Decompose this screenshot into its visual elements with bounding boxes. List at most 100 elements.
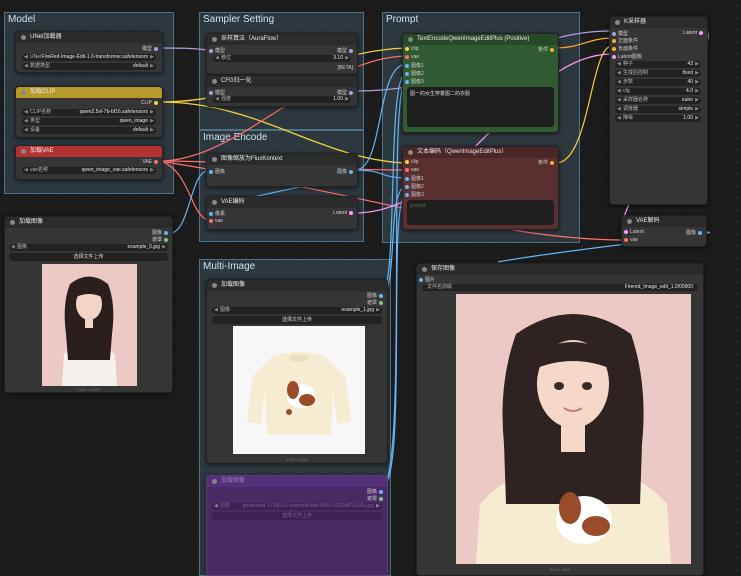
image-file-widget[interactable]: ◀ 图像 example_0.jpg ▶ bbox=[9, 244, 168, 251]
node-vae-decode[interactable]: VAE解码 Latent vae 图像 bbox=[621, 215, 707, 247]
input-image3[interactable]: 图像3 bbox=[403, 191, 424, 198]
denoise-widget[interactable]: ◀ 降噪 1.00 ▶ bbox=[615, 115, 701, 122]
input-model[interactable]: 模型 bbox=[207, 89, 225, 96]
seed-widget[interactable]: ◀ 种子 43 ▶ bbox=[615, 61, 701, 68]
input-vae[interactable]: vae bbox=[403, 54, 419, 60]
node-load-image-3[interactable]: 加载图像 图像 遮罩 ◀ 图像 generated-17345.00-example… bbox=[206, 475, 388, 576]
output-model[interactable]: 模型 bbox=[142, 45, 160, 52]
input-image1[interactable]: 图像1 bbox=[403, 62, 424, 69]
node-title: VAE编码 bbox=[207, 197, 357, 208]
output-clip[interactable]: CLIP bbox=[141, 100, 160, 106]
image-size-caption: 1000 x 1000 bbox=[285, 457, 309, 462]
image-size-caption: 864 x 1152 bbox=[550, 567, 570, 572]
group-title-model: Model bbox=[8, 14, 36, 25]
node-title: 文本编码（QwenImageEditPlus） bbox=[403, 147, 558, 158]
upload-button[interactable]: 选择文件上传 bbox=[212, 316, 382, 324]
node-title: 保存图像 bbox=[417, 264, 703, 275]
sampler-name-widget[interactable]: ◀ 采样器名称 euler ▶ bbox=[615, 97, 701, 104]
upload-button[interactable]: 选择文件上传 bbox=[212, 512, 382, 520]
node-flux-kontext-scale[interactable]: 图像缩放为FluxKontext 图像 图像 bbox=[206, 153, 358, 187]
image-file-widget[interactable]: ◀ 图像 generated-17345.00-example-bad-5462-0… bbox=[212, 503, 382, 510]
input-photo-sweater bbox=[233, 326, 365, 454]
input-model[interactable]: 模型 bbox=[610, 30, 628, 37]
clip-device-widget[interactable]: ◀ 设备 default ▶ bbox=[22, 127, 156, 134]
image-file-widget[interactable]: ◀ 图像 example_1.jpg ▶ bbox=[212, 307, 382, 314]
input-vae[interactable]: vae bbox=[622, 237, 638, 243]
sweater-image bbox=[233, 326, 365, 454]
output-image[interactable]: 图像 bbox=[367, 292, 385, 299]
scheduler-widget[interactable]: ◀ 调度器 simple ▶ bbox=[615, 106, 701, 113]
node-title: 加载图像 bbox=[207, 476, 387, 487]
input-images[interactable]: 图片 bbox=[417, 276, 435, 283]
node-vae-encode[interactable]: VAE编码 像素 vae Latent bbox=[206, 196, 358, 230]
strength-widget[interactable]: ◀ 强度 1.00 ▶ bbox=[213, 96, 351, 103]
cfg-widget[interactable]: ◀ cfg 4.0 ▶ bbox=[615, 88, 701, 95]
output-model[interactable]: 模型 bbox=[337, 89, 355, 96]
input-vae[interactable]: vae bbox=[403, 167, 419, 173]
shift-widget[interactable]: ◀ 移位 3.10 ▶ bbox=[213, 55, 351, 62]
output-conditioning[interactable]: 条件 bbox=[538, 46, 556, 53]
node-title: CFG归一化 bbox=[207, 76, 357, 87]
control-after-generate-widget[interactable]: ◀ 生成后控制 fixed ▶ bbox=[615, 70, 701, 77]
node-ksampler[interactable]: K采样器 模型 正面条件 负面条件 Latent图像 Latent ◀ 种子 43 ▶… bbox=[609, 16, 708, 205]
input-image3[interactable]: 图像3 bbox=[403, 78, 424, 85]
clip-type-widget[interactable]: ◀ 类型 qwen_image ▶ bbox=[22, 118, 156, 125]
output-latent[interactable]: Latent bbox=[683, 30, 705, 36]
node-cfg-norm[interactable]: CFG归一化 模型 模型 ◀ 强度 1.00 ▶ bbox=[206, 75, 358, 107]
node-title: 图像缩放为FluxKontext bbox=[207, 154, 357, 165]
negative-prompt-textarea[interactable]: prompt bbox=[407, 200, 554, 225]
weight-dtype-widget[interactable]: ◀ 数据类型 default ▶ bbox=[22, 63, 156, 70]
output-mask[interactable]: 遮罩 bbox=[367, 495, 385, 502]
input-latent[interactable]: Latent bbox=[622, 229, 644, 235]
node-negative-encode[interactable]: 文本编码（QwenImageEditPlus） clip vae 图像1 图像2… bbox=[402, 146, 559, 230]
input-vae[interactable]: vae bbox=[207, 218, 223, 224]
node-unet-loader[interactable]: UNet加载器 模型 ◀ UNet FireRed-Image-Edit-1.0-t… bbox=[15, 31, 163, 73]
node-sampling-algo[interactable]: 采样算法（AuraFlow） 模型 模型 ◀ 移位 3.10 ▶ [BETA] bbox=[206, 33, 358, 75]
input-pixels[interactable]: 像素 bbox=[207, 210, 225, 217]
image-size-caption: 1440 x 1920 bbox=[77, 387, 100, 392]
node-clip-loader[interactable]: 加载CLIP CLIP ◀ CLIP名称 qwen2.5vl-7b-bf16.saf… bbox=[15, 86, 163, 138]
output-model[interactable]: 模型 bbox=[337, 47, 355, 54]
upload-button[interactable]: 选择文件上传 bbox=[9, 253, 168, 261]
output-image[interactable]: 图像 bbox=[367, 488, 385, 495]
clip-name-widget[interactable]: ◀ CLIP名称 qwen2.5vl-7b-bf16.safetensors ▶ bbox=[22, 109, 156, 116]
group-title-image-encode: Image Encode bbox=[203, 132, 268, 143]
input-image1[interactable]: 图像1 bbox=[403, 175, 424, 182]
positive-prompt-textarea[interactable]: 图一的女生穿着图二的衣服 bbox=[407, 87, 554, 127]
input-clip[interactable]: clip bbox=[403, 159, 419, 165]
output-mask[interactable]: 遮罩 bbox=[367, 299, 385, 306]
output-vae[interactable]: VAE bbox=[142, 159, 160, 165]
input-image2[interactable]: 图像2 bbox=[403, 183, 424, 190]
input-model[interactable]: 模型 bbox=[207, 47, 225, 54]
input-latent[interactable]: Latent图像 bbox=[610, 53, 642, 60]
node-positive-encode[interactable]: TextEncodeQwenImageEditPlus (Positive) c… bbox=[402, 33, 559, 133]
input-clip[interactable]: clip bbox=[403, 46, 419, 52]
filename-prefix-widget[interactable]: 文件名前缀 Firered_Image_edit_1.0/00000 bbox=[422, 284, 698, 291]
group-title-sampler: Sampler Setting bbox=[203, 14, 275, 25]
output-mask[interactable]: 遮罩 bbox=[152, 236, 170, 243]
steps-widget[interactable]: ◀ 步数 40 ▶ bbox=[615, 79, 701, 86]
output-photo bbox=[456, 294, 691, 564]
node-title: K采样器 bbox=[610, 17, 707, 28]
output-image[interactable]: 图像 bbox=[686, 229, 704, 236]
output-conditioning[interactable]: 条件 bbox=[538, 159, 556, 166]
vae-name-widget[interactable]: ◀ vae名称 qwen_image_vae.safetensors ▶ bbox=[22, 167, 156, 174]
input-image[interactable]: 图像 bbox=[207, 168, 225, 175]
node-title: 采样算法（AuraFlow） bbox=[207, 34, 357, 45]
unet-name-widget[interactable]: ◀ UNet FireRed-Image-Edit-1.0-transformer.… bbox=[22, 54, 156, 61]
output-image[interactable]: 图像 bbox=[152, 229, 170, 236]
input-image2[interactable]: 图像2 bbox=[403, 70, 424, 77]
input-photo-girl bbox=[42, 264, 137, 386]
output-image[interactable]: 图像 bbox=[337, 168, 355, 175]
output-latent[interactable]: Latent bbox=[333, 210, 355, 216]
input-negative[interactable]: 负面条件 bbox=[610, 45, 638, 52]
beta-badge: [BETA] bbox=[337, 65, 353, 71]
node-load-image-1[interactable]: 加载图像 图像 遮罩 ◀ 图像 example_0.jpg ▶ 选择文件上传 1440… bbox=[4, 216, 173, 393]
node-vae-loader[interactable]: 加载VAE VAE ◀ vae名称 qwen_image_vae.safetenso… bbox=[15, 145, 163, 180]
node-title: UNet加载器 bbox=[16, 32, 162, 43]
node-title: 加载图像 bbox=[207, 280, 387, 291]
node-title: TextEncodeQwenImageEditPlus (Positive) bbox=[403, 34, 558, 45]
input-positive[interactable]: 正面条件 bbox=[610, 37, 638, 44]
node-save-image[interactable]: 保存图像 图片 文件名前缀 Firered_Image_edit_1.0/0000… bbox=[416, 263, 704, 576]
node-load-image-2[interactable]: 加载图像 图像 遮罩 ◀ 图像 example_1.jpg ▶ 选择文件上传 1000… bbox=[206, 279, 388, 464]
